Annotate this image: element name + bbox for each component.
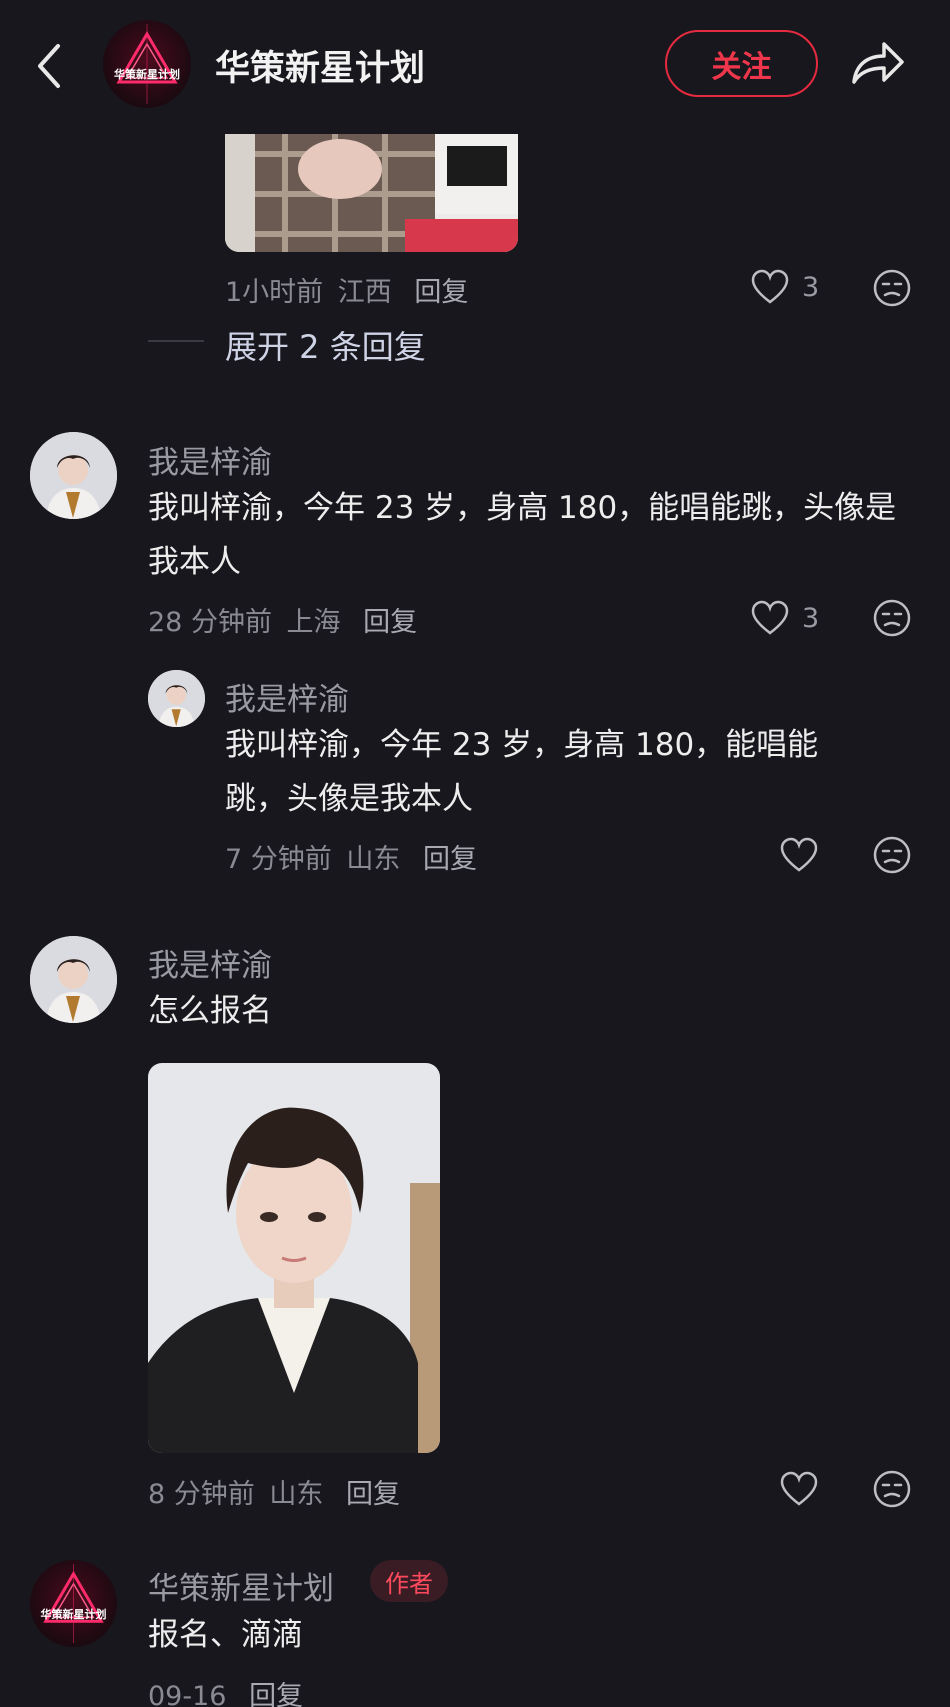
emoji-icon[interactable] (872, 598, 912, 638)
user-avatar-image (30, 432, 117, 519)
heart-icon[interactable] (779, 1470, 819, 1508)
comment-text: 我叫梓渝，今年 23 岁，身高 180，能唱能跳，头像是我本人 (148, 490, 897, 580)
comment-meta: 09-16 回复 (148, 1674, 309, 1707)
emoji-icon[interactable] (872, 835, 912, 875)
comment-username[interactable]: 我是梓渝 (148, 437, 272, 482)
brand-logo-text: 华策新星计划 (40, 1608, 107, 1621)
reply-link[interactable]: 回复 (249, 1681, 303, 1707)
author-avatar[interactable]: 华策新星计划 (30, 1560, 117, 1647)
comment-photo[interactable] (148, 1063, 440, 1453)
comment-meta: 28 分钟前 上海 回复 (148, 607, 418, 638)
plaid-shirt-image (225, 134, 518, 252)
back-arrow-icon[interactable] (30, 38, 70, 94)
user-avatar-image (30, 936, 117, 1023)
reply-link[interactable]: 回复 (423, 844, 477, 875)
comment-text: 报名、滴滴 (148, 1617, 303, 1653)
user-avatar-image (148, 670, 205, 727)
comment-meta: 8 分钟前 山东 回复 (148, 1479, 400, 1510)
reply-text: 我叫梓渝，今年 23 岁，身高 180，能唱能跳，头像是我本人 (225, 727, 819, 817)
emoji-icon[interactable] (872, 1469, 912, 1509)
comment-username[interactable]: 华策新星计划 (148, 1563, 334, 1608)
like-count: 3 (802, 272, 820, 303)
emoji-icon[interactable] (872, 268, 912, 308)
brand-logo-text: 华策新星计划 (114, 68, 180, 81)
expand-replies-link[interactable]: 展开 2 条回复 (225, 322, 426, 368)
comment-text: 怎么报名 (148, 993, 272, 1029)
follow-button[interactable]: 关注 (665, 30, 818, 97)
heart-icon[interactable] (779, 836, 819, 874)
comment-username[interactable]: 我是梓渝 (148, 940, 272, 985)
brand-logo-icon (43, 1563, 104, 1644)
selfie-portrait-image (148, 1063, 440, 1453)
reply-meta: 7 分钟前 山东 回复 (225, 844, 477, 875)
avatar[interactable] (30, 432, 117, 519)
expand-divider (148, 340, 204, 342)
reply-link[interactable]: 回复 (363, 607, 417, 638)
brand-logo-icon (116, 24, 178, 104)
brand-avatar[interactable]: 华策新星计划 (103, 20, 191, 108)
avatar[interactable] (30, 936, 117, 1023)
like-count: 3 (802, 603, 820, 634)
share-icon[interactable] (848, 34, 908, 90)
reply-username[interactable]: 我是梓渝 (225, 674, 349, 719)
avatar[interactable] (148, 670, 205, 727)
comment-meta: 1小时前 江西 回复 (225, 277, 469, 308)
header-bar: 华策新星计划 华策新星计划 关注 (0, 0, 950, 130)
page-title: 华策新星计划 (215, 49, 426, 89)
author-badge: 作者 (370, 1560, 448, 1602)
comment-photo-partial[interactable] (225, 134, 518, 252)
heart-icon[interactable] (750, 599, 790, 637)
reply-link[interactable]: 回复 (346, 1479, 400, 1510)
heart-icon[interactable] (750, 268, 790, 306)
reply-link[interactable]: 回复 (414, 277, 468, 308)
